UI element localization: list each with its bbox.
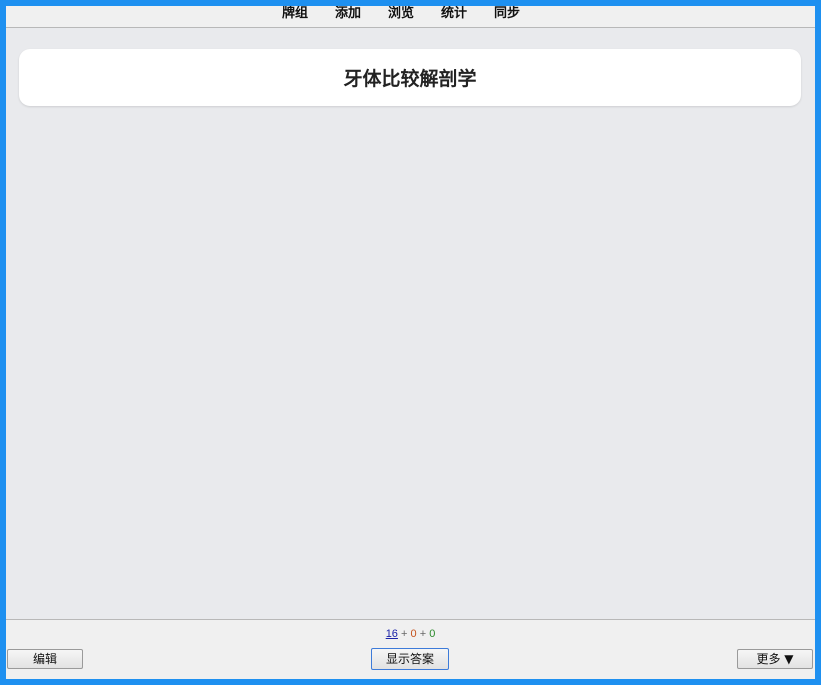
new-count[interactable]: 16 (386, 628, 398, 640)
count-separator: + (419, 628, 427, 640)
top-navigation: 牌组 添加 浏览 统计 同步 (6, 6, 815, 28)
card-question-text: 牙体比较解剖学 (343, 68, 477, 90)
review-bottom-bar: 16 + 0 + 0 编辑 显示答案 更多 ▼ (6, 619, 815, 679)
more-button[interactable]: 更多 ▼ (737, 649, 813, 669)
main-window: 牌组 添加 浏览 统计 同步 牙体比较解剖学 16 + 0 + 0 编辑 显示答… (6, 6, 815, 679)
window-frame: 牌组 添加 浏览 统计 同步 牙体比较解剖学 16 + 0 + 0 编辑 显示答… (0, 0, 821, 685)
nav-browse[interactable]: 浏览 (388, 6, 414, 21)
edit-button[interactable]: 编辑 (7, 649, 83, 669)
nav-sync[interactable]: 同步 (494, 6, 520, 21)
flashcard-question: 牙体比较解剖学 (19, 49, 801, 106)
nav-stats[interactable]: 统计 (441, 6, 467, 21)
due-counts: 16 + 0 + 0 (6, 628, 815, 640)
nav-add[interactable]: 添加 (335, 6, 361, 21)
count-separator: + (401, 628, 408, 640)
nav-decks[interactable]: 牌组 (282, 6, 308, 21)
show-answer-button[interactable]: 显示答案 (371, 648, 449, 670)
review-count: 0 (429, 628, 436, 640)
learn-count: 0 (410, 628, 417, 640)
